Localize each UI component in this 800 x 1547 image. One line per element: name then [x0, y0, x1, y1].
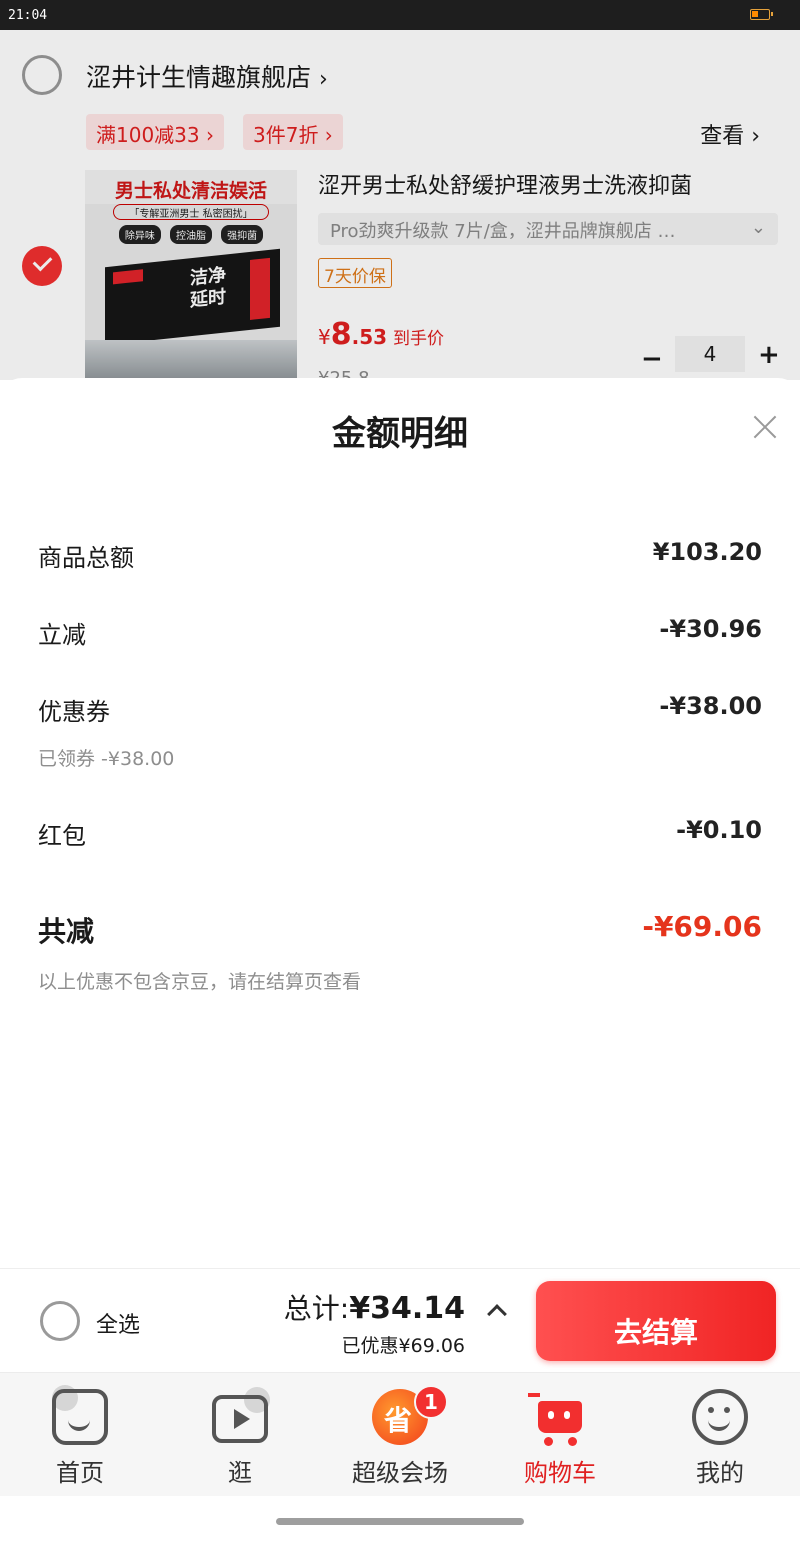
smiley-icon [692, 1389, 748, 1445]
status-bar: 21:04 [0, 0, 800, 30]
amount-value: -¥38.00 [659, 692, 762, 720]
status-time: 21:04 [8, 8, 48, 23]
tab-label: 购物车 [524, 1459, 596, 1487]
amount-value: -¥30.96 [659, 615, 762, 643]
coupon-note: 已领券 -¥38.00 [38, 748, 175, 770]
home-icon [52, 1389, 108, 1445]
notification-badge: 1 [414, 1385, 448, 1419]
total-price: 总计:¥34.14 [283, 1291, 465, 1326]
discount-footnote: 以上优惠不包含京豆，请在结算页查看 [38, 971, 362, 993]
home-indicator-area [0, 1496, 800, 1547]
amount-value: ¥103.20 [652, 538, 762, 566]
tab-me[interactable]: 我的 [640, 1373, 800, 1497]
play-icon [212, 1395, 268, 1443]
amount-label: 红包 [38, 822, 86, 850]
checkout-bar: 全选 总计:¥34.14 已优惠¥69.06 去结算 [0, 1268, 800, 1372]
amount-label: 商品总额 [38, 544, 134, 572]
tab-label: 首页 [56, 1459, 104, 1487]
battery-icon [750, 9, 773, 20]
chevron-up-icon[interactable] [487, 1304, 507, 1324]
close-icon[interactable] [752, 414, 778, 440]
amount-label: 优惠券 [38, 698, 110, 726]
tab-home[interactable]: 首页 [0, 1373, 160, 1497]
tab-label: 我的 [696, 1459, 744, 1487]
total-discount-label: 共减 [38, 915, 95, 948]
tab-label: 超级会场 [352, 1459, 448, 1487]
cart-icon [528, 1391, 588, 1447]
dim-overlay[interactable] [0, 30, 800, 380]
checkout-button[interactable]: 去结算 [536, 1281, 776, 1361]
home-indicator[interactable] [276, 1518, 524, 1525]
tab-super-venue[interactable]: 省 1 超级会场 [320, 1373, 480, 1497]
tab-cart[interactable]: 购物车 [480, 1373, 640, 1497]
tab-browse[interactable]: 逛 [160, 1373, 320, 1497]
total-discount-value: -¥69.06 [642, 910, 762, 943]
amount-value: -¥0.10 [676, 816, 762, 844]
tab-label: 逛 [228, 1459, 252, 1487]
sheet-title: 金额明细 [332, 414, 468, 454]
saved-amount: 已优惠¥69.06 [341, 1335, 465, 1357]
amount-label: 立减 [38, 621, 86, 649]
select-all-label[interactable]: 全选 [96, 1307, 140, 1339]
select-all-radio[interactable] [40, 1301, 80, 1341]
bottom-tab-bar: 首页 逛 省 1 超级会场 购物车 我的 [0, 1372, 800, 1496]
